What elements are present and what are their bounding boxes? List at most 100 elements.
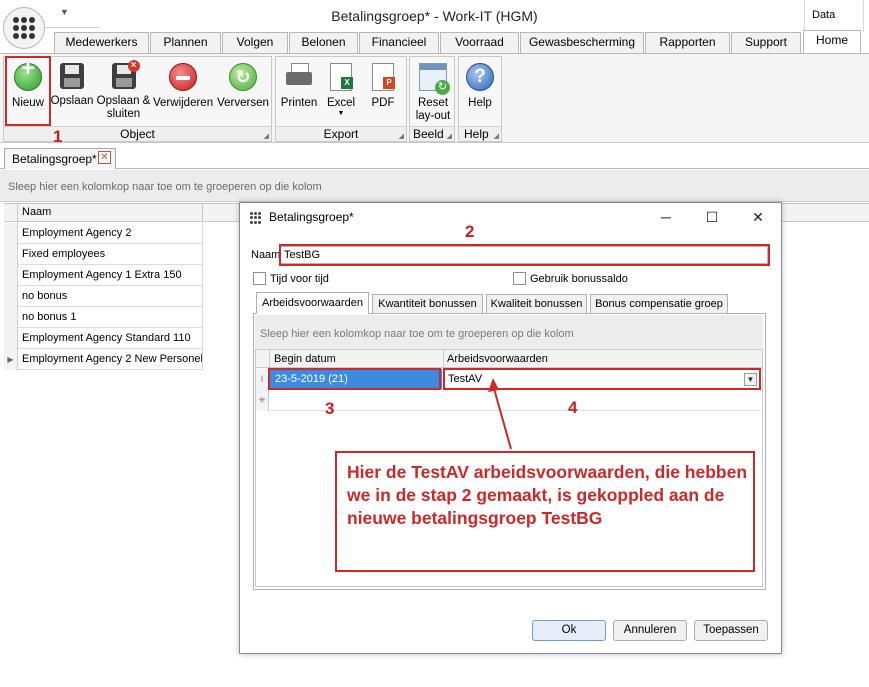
ribbon-group-view: Reset lay-out Beeld ◢ bbox=[409, 56, 455, 142]
column-separator[interactable] bbox=[202, 204, 203, 222]
window-title: Betalingsgroep* - Work-IT (HGM) bbox=[331, 8, 538, 24]
dialog-title: Betalingsgroep* bbox=[269, 210, 354, 224]
annotation-note-text: Hier de TestAV arbeidsvoorwaarden, die h… bbox=[347, 462, 748, 528]
save-close-button[interactable]: × Opslaan & sluiten bbox=[95, 60, 152, 121]
save-button-label: Opslaan bbox=[50, 95, 94, 107]
tab-medewerkers[interactable]: Medewerkers bbox=[54, 32, 149, 53]
table-row[interactable]: Employment Agency 2 bbox=[4, 223, 203, 244]
delete-icon bbox=[169, 63, 197, 91]
table-row[interactable]: no bonus bbox=[4, 286, 203, 307]
table-row[interactable]: ▶ Employment Agency 2 New Personel bbox=[4, 349, 203, 370]
reset-layout-button[interactable]: Reset lay-out bbox=[412, 61, 454, 123]
pdf-button[interactable]: P PDF bbox=[362, 61, 404, 110]
close-icon[interactable]: ✕ bbox=[98, 151, 111, 164]
close-icon[interactable]: ✕ bbox=[748, 208, 768, 226]
group-by-hint: Sleep hier een kolomkop naar toe om te g… bbox=[260, 328, 574, 340]
ribbon-group-help: ? Help Help ◢ bbox=[458, 56, 502, 142]
new-row[interactable] bbox=[270, 390, 761, 411]
apply-button[interactable]: Toepassen bbox=[694, 620, 768, 641]
dialog-launcher-icon[interactable]: ◢ bbox=[494, 132, 499, 140]
row-indicator bbox=[4, 223, 18, 244]
dialog-launcher-icon[interactable]: ◢ bbox=[447, 132, 452, 140]
table-row[interactable]: Employment Agency Standard 110 bbox=[4, 328, 203, 349]
refresh-button[interactable]: ↻ Verversen bbox=[215, 61, 271, 110]
excel-button[interactable]: X Excel ▼ bbox=[321, 61, 361, 118]
table-cell: Employment Agency Standard 110 bbox=[22, 332, 191, 344]
column-header-begin-datum[interactable]: Begin datum bbox=[274, 353, 336, 365]
ribbon: Nieuw Opslaan × Opslaan & sluiten Verwij… bbox=[0, 53, 869, 143]
help-button-label: Help bbox=[468, 97, 492, 109]
document-tab-strip bbox=[0, 143, 869, 169]
tab-volgen[interactable]: Volgen bbox=[222, 32, 288, 53]
step-number-3: 3 bbox=[325, 399, 335, 418]
table-cell: Employment Agency 2 New Personel bbox=[22, 353, 203, 365]
context-tab-data[interactable]: Data bbox=[804, 0, 864, 32]
highlight-name-input bbox=[279, 244, 770, 266]
highlight-begin-date bbox=[268, 368, 441, 390]
dialog-app-icon bbox=[250, 212, 262, 224]
ok-button[interactable]: Ok bbox=[532, 620, 606, 641]
cancel-button[interactable]: Annuleren bbox=[613, 620, 687, 641]
step-number-1: 1 bbox=[53, 127, 63, 146]
group-label-export: Export bbox=[276, 126, 406, 141]
table-row[interactable]: no bonus 1 bbox=[4, 307, 203, 328]
table-row[interactable]: Fixed employees bbox=[4, 244, 203, 265]
table-cell: Employment Agency 1 Extra 150 bbox=[22, 269, 182, 281]
dialog-launcher-icon[interactable]: ◢ bbox=[264, 132, 269, 140]
row-indicator bbox=[4, 244, 18, 265]
use-bonus-balance-label: Gebruik bonussaldo bbox=[530, 273, 628, 285]
column-header-naam[interactable]: Naam bbox=[22, 206, 51, 218]
app-menu-button[interactable] bbox=[3, 7, 45, 49]
column-header-arbeidsvoorwaarden[interactable]: Arbeidsvoorwaarden bbox=[447, 353, 548, 365]
use-bonus-balance-checkbox[interactable] bbox=[513, 272, 526, 285]
tab-home[interactable]: Home bbox=[803, 30, 861, 54]
save-close-icon: × bbox=[111, 60, 140, 89]
app-menu-icon bbox=[13, 17, 35, 39]
refresh-icon: ↻ bbox=[229, 63, 257, 91]
chevron-down-icon: ▼ bbox=[337, 110, 345, 117]
grid-column-border bbox=[202, 222, 203, 370]
time-for-time-label: Tijd voor tijd bbox=[270, 273, 329, 285]
minimize-icon[interactable]: ─ bbox=[656, 208, 676, 226]
save-close-label-1: Opslaan & bbox=[96, 95, 151, 107]
save-close-label-2: sluiten bbox=[106, 108, 141, 120]
tab-kwaliteit-bonussen[interactable]: Kwaliteit bonussen bbox=[486, 294, 587, 314]
reset-layout-label-1: Reset bbox=[417, 97, 449, 109]
table-cell: no bonus bbox=[22, 290, 68, 302]
table-cell: Employment Agency 2 bbox=[22, 227, 132, 239]
print-button[interactable]: Printen bbox=[278, 61, 320, 110]
help-icon: ? bbox=[466, 63, 494, 91]
help-button[interactable]: ? Help bbox=[460, 61, 500, 110]
table-cell: no bonus 1 bbox=[22, 311, 77, 323]
tab-kwantiteit-bonussen[interactable]: Kwantiteit bonussen bbox=[372, 294, 483, 314]
tab-arbeidsvoorwaarden[interactable]: Arbeidsvoorwaarden bbox=[256, 292, 369, 314]
time-for-time-checkbox[interactable] bbox=[253, 272, 266, 285]
tab-bonus-compensatie-groep[interactable]: Bonus compensatie groep bbox=[590, 294, 728, 314]
tab-voorraad[interactable]: Voorraad bbox=[440, 32, 519, 53]
refresh-button-label: Verversen bbox=[217, 97, 269, 109]
tab-rapporten[interactable]: Rapporten bbox=[645, 32, 730, 53]
table-row[interactable]: Employment Agency 1 Extra 150 bbox=[4, 265, 203, 286]
step-number-4: 4 bbox=[568, 398, 578, 417]
row-indicator bbox=[4, 328, 18, 349]
dialog-launcher-icon[interactable]: ◢ bbox=[399, 132, 404, 140]
highlight-conditions bbox=[443, 368, 761, 390]
save-disk-icon bbox=[60, 63, 84, 89]
delete-button[interactable]: Verwijderen bbox=[153, 61, 213, 110]
highlight-new-button bbox=[5, 56, 51, 126]
tab-belonen[interactable]: Belonen bbox=[289, 32, 358, 53]
ribbon-tab-row: Medewerkers Plannen Volgen Belonen Finan… bbox=[50, 30, 869, 54]
reset-layout-icon bbox=[419, 63, 450, 95]
excel-icon: X bbox=[330, 63, 353, 91]
ribbon-group-export: Printen X Excel ▼ P PDF Export ◢ bbox=[275, 56, 407, 142]
tab-plannen[interactable]: Plannen bbox=[150, 32, 221, 53]
save-button[interactable]: Opslaan bbox=[50, 61, 94, 108]
tab-support[interactable]: Support bbox=[731, 32, 801, 53]
reset-layout-label-2: lay-out bbox=[415, 110, 451, 122]
maximize-icon[interactable]: ☐ bbox=[702, 208, 722, 226]
row-indicator bbox=[4, 307, 18, 328]
current-row-arrow-icon: ▶ bbox=[4, 349, 18, 370]
group-label-object: Object bbox=[4, 126, 271, 141]
tab-financieel[interactable]: Financieel bbox=[359, 32, 439, 53]
tab-gewasbescherming[interactable]: Gewasbescherming bbox=[520, 32, 644, 53]
